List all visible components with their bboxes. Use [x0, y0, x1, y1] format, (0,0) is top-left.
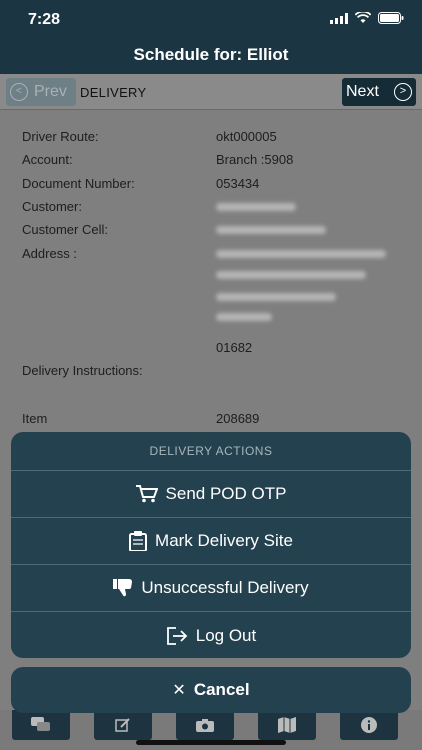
tab-info[interactable] [340, 710, 398, 740]
navigation-bar: < Prev DELIVERY Next > [0, 74, 422, 110]
chevron-left-icon: < [10, 83, 28, 101]
thumbs-down-icon [113, 579, 133, 597]
detail-label: Account: [22, 152, 73, 167]
signal-icon [330, 12, 348, 24]
wifi-icon [355, 12, 371, 23]
redacted-address-line [216, 250, 386, 258]
detail-label: Customer Cell: [22, 222, 108, 237]
tab-map[interactable] [258, 710, 316, 740]
page-title: Schedule for: Elliot [133, 45, 289, 64]
info-icon [361, 717, 377, 733]
tab-camera[interactable] [176, 710, 234, 740]
tab-edit[interactable] [94, 710, 152, 740]
app-header: 7:28 Schedule for: Elliot [0, 0, 422, 74]
delivery-instructions-label: Delivery Instructions: [22, 363, 143, 378]
action-label: Mark Delivery Site [155, 531, 293, 550]
prev-button[interactable]: < Prev [6, 78, 76, 106]
redacted-address-line [216, 293, 336, 301]
cancel-button[interactable]: ✕ Cancel [11, 667, 411, 713]
battery-icon [378, 12, 404, 24]
action-label: Send POD OTP [165, 484, 287, 503]
clipboard-icon [129, 531, 148, 551]
action-label: Log Out [195, 625, 257, 645]
edit-icon [115, 718, 130, 732]
detail-label: Document Number: [22, 176, 135, 191]
status-time: 7:28 [28, 11, 61, 28]
status-icons [330, 12, 404, 24]
detail-label: Address : [22, 246, 77, 261]
delivery-actions-sheet: DELIVERY ACTIONS Send POD OTP Mark Deliv… [11, 432, 411, 658]
cancel-label: Cancel [193, 680, 250, 699]
detail-value: okt000005 [216, 129, 277, 144]
chat-icon [31, 717, 50, 731]
section-label: DELIVERY [80, 85, 147, 100]
log-out-button[interactable]: Log Out [11, 612, 411, 658]
item-value: 208689 [216, 411, 260, 426]
address-postcode: 01682 [216, 340, 253, 355]
detail-label: Customer: [22, 199, 82, 214]
detail-label: Driver Route: [22, 129, 99, 144]
chevron-right-icon: > [394, 83, 412, 101]
detail-value: 053434 [216, 176, 260, 191]
sheet-title: DELIVERY ACTIONS [11, 432, 411, 471]
map-icon [278, 717, 296, 733]
redacted-cell [216, 226, 326, 234]
next-button[interactable]: Next > [342, 78, 416, 106]
unsuccessful-delivery-button[interactable]: Unsuccessful Delivery [11, 565, 411, 612]
redacted-address-line [216, 271, 366, 279]
cart-icon [135, 485, 158, 503]
redacted-customer [216, 203, 296, 211]
action-label: Unsuccessful Delivery [141, 578, 309, 597]
send-pod-otp-button[interactable]: Send POD OTP [11, 471, 411, 518]
home-indicator[interactable] [136, 740, 286, 745]
mark-delivery-site-button[interactable]: Mark Delivery Site [11, 518, 411, 565]
logout-icon [166, 626, 188, 645]
redacted-address-line [216, 313, 272, 321]
next-label: Next [346, 83, 379, 100]
item-label: Item [22, 411, 48, 426]
tab-chat[interactable] [12, 710, 70, 740]
detail-value: Branch :5908 [216, 152, 294, 167]
close-icon: ✕ [172, 682, 186, 699]
prev-label: Prev [34, 83, 67, 100]
camera-icon [196, 719, 214, 732]
